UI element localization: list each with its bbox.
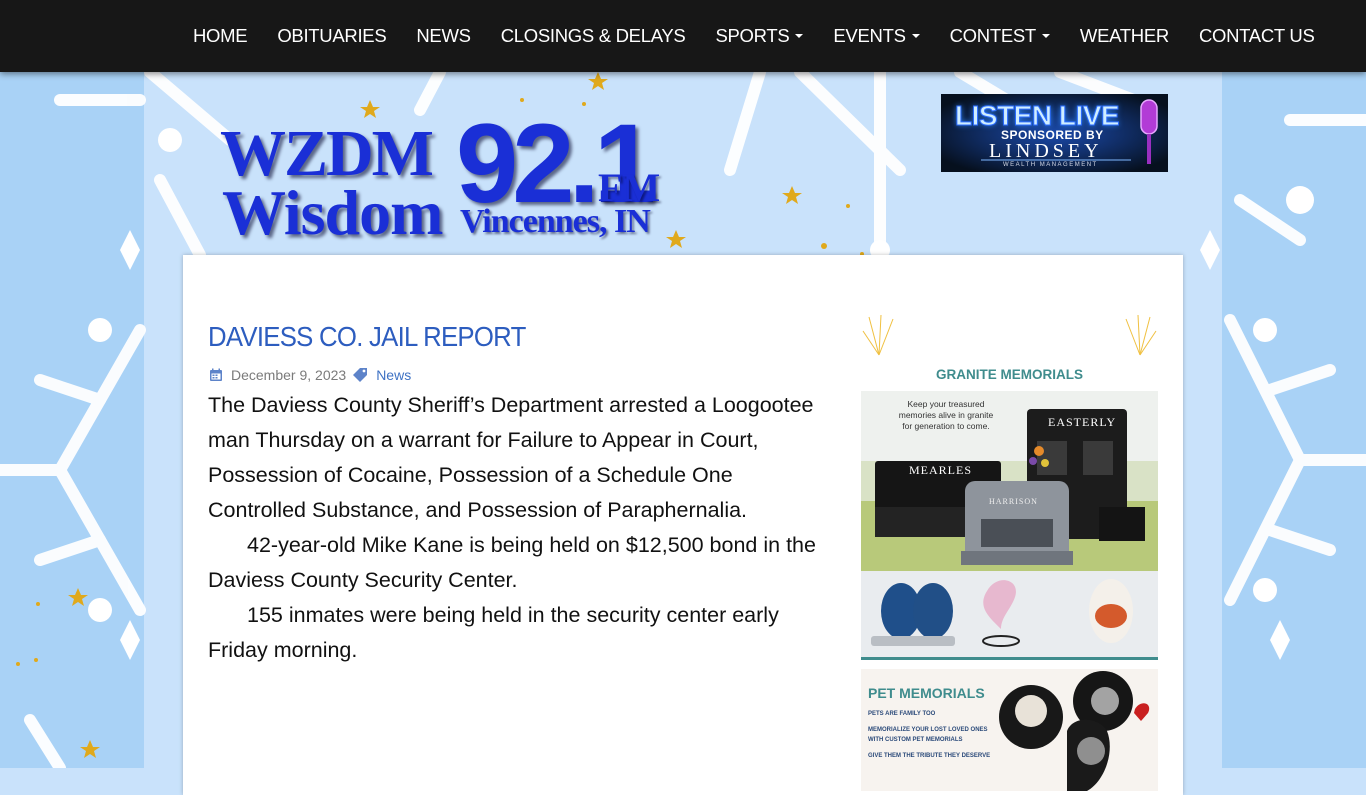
nav-label: WEATHER — [1079, 25, 1169, 46]
nav-item-sports[interactable]: SPORTS — [705, 25, 804, 47]
post-title[interactable]: DAVIESS CO. JAIL REPORT — [208, 321, 526, 353]
nav-item-events[interactable]: EVENTS — [823, 25, 920, 47]
nav-item-contest[interactable]: CONTEST — [940, 25, 1050, 47]
listen-live-banner[interactable]: LISTEN LIVE SPONSORED BY LINDSEY WEALTH … — [941, 94, 1168, 172]
ad-pet-heading: PET MEMORIALS — [868, 685, 985, 701]
nav-label: HOME — [193, 25, 248, 46]
ad-keep-line: memories alive in granite — [898, 410, 994, 420]
nav-item-obituaries[interactable]: OBITUARIES — [267, 25, 386, 47]
nav-label: CONTEST — [949, 25, 1037, 46]
ad-granite-heading: GRANITE MEMORIALS — [936, 367, 1083, 382]
ad-keep-text: Keep your treasured memories alive in gr… — [861, 399, 1031, 432]
monument-name-mearles: MEARLES — [909, 463, 973, 477]
top-navigation-bar: HOME OBITUARIES NEWS CLOSINGS & DELAYS S… — [0, 0, 1366, 72]
post-body: The Daviess County Sheriff’s Department … — [208, 388, 836, 668]
logo-city: Vincennes, IN — [460, 203, 651, 240]
nav-label: SPORTS — [715, 25, 790, 46]
nav-item-contact-us[interactable]: CONTACT US — [1189, 25, 1315, 47]
caret-down-icon — [911, 34, 920, 38]
ad-pet-line: MEMORIALIZE YOUR LOST LOVED ONES WITH CU… — [868, 727, 988, 743]
post-paragraph: 155 inmates were being held in the secur… — [208, 603, 779, 662]
nav-menu: HOME OBITUARIES NEWS CLOSINGS & DELAYS S… — [183, 0, 1334, 72]
nav-label: EVENTS — [833, 25, 906, 46]
ad-keep-line: for generation to come. — [902, 421, 990, 431]
sponsor-name: LINDSEY — [989, 140, 1103, 162]
post-date: December 9, 2023 — [231, 367, 347, 383]
ad-header-line: AND LASER DESIGNS — [935, 336, 1084, 351]
post-meta: December 9, 2023 News — [209, 367, 411, 383]
content-panel: DAVIESS CO. JAIL REPORT December 9, 2023… — [183, 255, 1183, 795]
post-category-link[interactable]: News — [376, 367, 411, 383]
post-paragraph: 42-year-old Mike Kane is being held on $… — [208, 533, 816, 592]
caret-down-icon — [1041, 34, 1050, 38]
microphone-icon — [1140, 99, 1158, 164]
nav-item-closings-delays[interactable]: CLOSINGS & DELAYS — [491, 25, 686, 47]
ad-header: SUGARLAND MONUMENTS AND LASER DESIGNS — [861, 318, 1158, 352]
ad-header-line: SUGARLAND MONUMENTS — [915, 319, 1104, 334]
sugarland-monuments-ad[interactable]: SUGARLAND MONUMENTS AND LASER DESIGNS GR… — [861, 311, 1158, 791]
nav-item-weather[interactable]: WEATHER — [1070, 25, 1169, 47]
ad-pet-line: PETS ARE FAMILY TOO — [868, 711, 936, 717]
nav-label: OBITUARIES — [277, 25, 387, 46]
monument-name-harrison: HARRISON — [989, 497, 1038, 506]
sponsor-subtitle: WEALTH MANAGEMENT — [1003, 162, 1098, 168]
nav-label: NEWS — [416, 25, 471, 46]
ad-pet-line: GIVE THEM THE TRIBUTE THEY DESERVE — [868, 753, 991, 759]
nav-item-home[interactable]: HOME — [183, 25, 248, 47]
post-paragraph: The Daviess County Sheriff’s Department … — [208, 393, 814, 522]
caret-down-icon — [795, 34, 804, 38]
station-logo[interactable]: WZDM 92.1 FM Wisdom Vincennes, IN — [220, 108, 680, 249]
nav-label: CONTACT US — [1198, 25, 1315, 46]
logo-name: Wisdom — [222, 177, 443, 248]
tag-icon — [353, 368, 368, 382]
nav-label: CLOSINGS & DELAYS — [500, 25, 686, 46]
calendar-icon — [210, 368, 222, 381]
ad-keep-line: Keep your treasured — [907, 399, 985, 409]
ad-pet-text: PETS ARE FAMILY TOO MEMORIALIZE YOUR LOS… — [868, 709, 993, 761]
monument-name-easterly: EASTERLY — [1048, 415, 1117, 429]
nav-item-news[interactable]: NEWS — [406, 25, 471, 47]
